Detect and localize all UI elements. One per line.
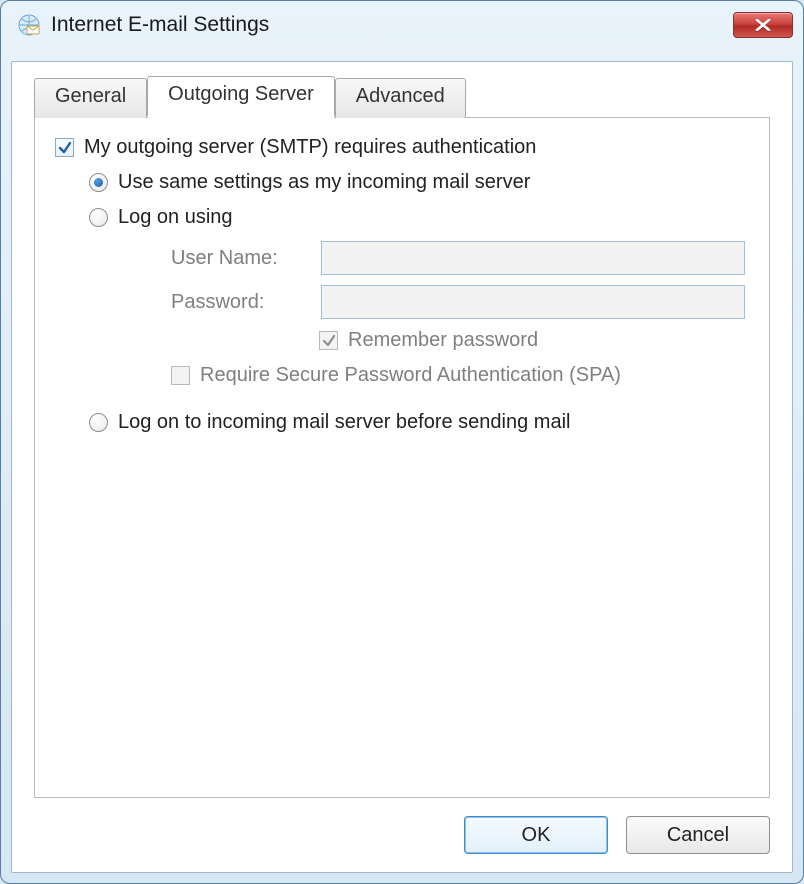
spa-row: Require Secure Password Authentication (… [171, 364, 749, 387]
dialog-footer: OK Cancel [464, 816, 770, 854]
tab-general[interactable]: General [34, 78, 147, 118]
close-icon [754, 15, 772, 36]
close-button[interactable] [733, 12, 793, 38]
dialog-content: General Outgoing Server Advanced My outg… [11, 61, 793, 873]
tab-advanced[interactable]: Advanced [335, 78, 466, 118]
globe-mail-icon [17, 13, 41, 37]
option-same-label: Use same settings as my incoming mail se… [118, 171, 530, 194]
option-logon-before-label: Log on to incoming mail server before se… [118, 411, 570, 434]
option-logon-label: Log on using [118, 206, 233, 229]
dialog-window: Internet E-mail Settings General Outgoin… [0, 0, 804, 884]
spa-checkbox[interactable] [171, 366, 190, 385]
username-row: User Name: [171, 241, 745, 275]
password-row: Password: [171, 285, 745, 319]
remember-row: Remember password [319, 329, 749, 352]
tab-outgoing-server[interactable]: Outgoing Server [147, 76, 335, 116]
radio-log-on-before-send[interactable] [89, 413, 108, 432]
remember-password-label: Remember password [348, 329, 538, 352]
title-left: Internet E-mail Settings [17, 13, 269, 37]
radio-use-same-settings[interactable] [89, 173, 108, 192]
requires-auth-label: My outgoing server (SMTP) requires authe… [84, 136, 536, 159]
radio-log-on-using[interactable] [89, 208, 108, 227]
option-logon-before-row: Log on to incoming mail server before se… [89, 411, 749, 434]
option-same-row: Use same settings as my incoming mail se… [89, 171, 749, 194]
spa-label: Require Secure Password Authentication (… [200, 364, 621, 387]
tabs: General Outgoing Server Advanced [34, 76, 792, 116]
title-bar: Internet E-mail Settings [1, 1, 803, 49]
remember-password-checkbox[interactable] [319, 331, 338, 350]
username-label: User Name: [171, 247, 321, 270]
password-input[interactable] [321, 285, 745, 319]
option-logon-row: Log on using [89, 206, 749, 229]
outgoing-server-panel: My outgoing server (SMTP) requires authe… [34, 117, 770, 798]
requires-auth-row: My outgoing server (SMTP) requires authe… [55, 136, 749, 159]
ok-button[interactable]: OK [464, 816, 608, 854]
window-title: Internet E-mail Settings [51, 13, 269, 37]
cancel-button[interactable]: Cancel [626, 816, 770, 854]
password-label: Password: [171, 291, 321, 314]
requires-auth-checkbox[interactable] [55, 138, 74, 157]
username-input[interactable] [321, 241, 745, 275]
